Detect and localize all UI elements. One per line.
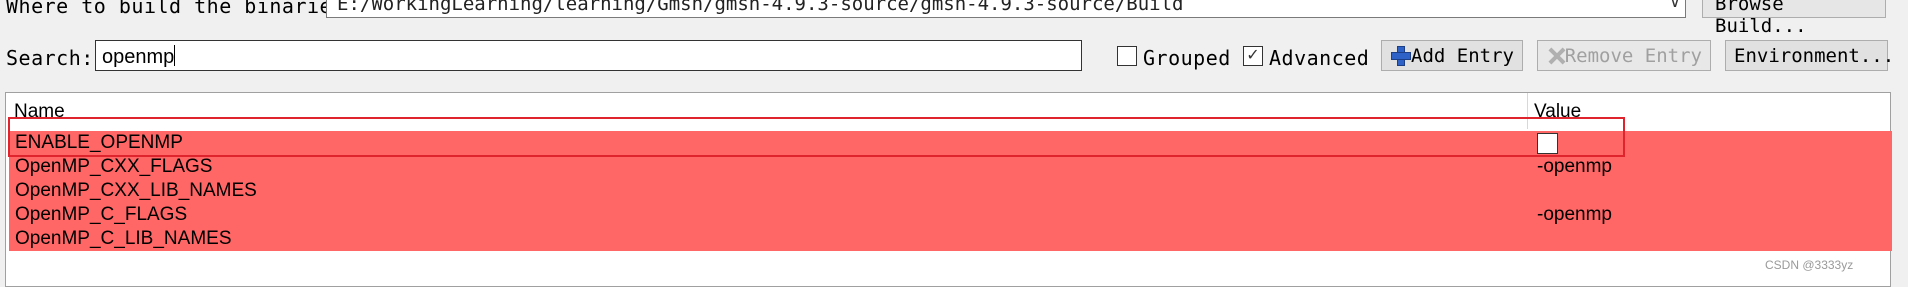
search-input-value: openmp [102,46,175,68]
row-value[interactable]: -openmp [1537,203,1612,227]
column-divider[interactable] [1527,93,1528,129]
row-value[interactable]: -openmp [1537,155,1612,179]
text-caret [174,45,176,66]
grouped-label: Grouped [1143,46,1231,70]
chevron-down-icon[interactable]: ∨ [1662,0,1688,18]
row-name: OpenMP_C_LIB_NAMES [15,228,232,249]
row-value-checkbox[interactable] [1537,133,1558,154]
remove-icon [1546,45,1559,67]
table-row[interactable]: ENABLE_OPENMP [9,131,1892,155]
table-row[interactable]: OpenMP_CXX_FLAGS -openmp [9,155,1892,179]
remove-entry-button[interactable]: Remove Entry [1537,40,1711,71]
row-name: ENABLE_OPENMP [15,132,183,153]
table-row[interactable]: OpenMP_C_LIB_NAMES [9,227,1892,251]
advanced-checkbox[interactable]: ✓ [1243,46,1263,66]
search-label: Search: [6,46,94,70]
environment-label: Environment... [1734,44,1895,67]
column-header-value[interactable]: Value [1534,101,1581,123]
table-row[interactable]: OpenMP_C_FLAGS -openmp [9,203,1892,227]
build-dir-label: Where to build the binaries: [6,0,358,18]
row-name: OpenMP_C_FLAGS [15,204,188,225]
checkmark-icon: ✓ [1246,47,1260,64]
row-name: OpenMP_CXX_FLAGS [15,156,213,177]
environment-button[interactable]: Environment... [1725,40,1894,71]
grouped-checkbox[interactable] [1117,46,1137,66]
add-entry-button[interactable]: Add Entry [1381,40,1523,71]
column-header-name[interactable]: Name [14,101,65,123]
build-dir-input[interactable]: E:/WorkingLearning/learning/Gmsh/gmsh-4.… [326,0,1686,18]
row-name: OpenMP_CXX_LIB_NAMES [15,180,257,201]
search-input[interactable]: openmp [95,40,1082,71]
plus-icon [1390,45,1412,67]
table-row[interactable]: OpenMP_CXX_LIB_NAMES [9,179,1892,203]
advanced-label: Advanced [1269,46,1370,70]
watermark: CSDN @3333yz [1765,258,1854,272]
remove-entry-label: Remove Entry [1564,44,1702,67]
cache-table: Name Value ENABLE_OPENMP OpenMP_CXX_FLAG… [5,92,1892,287]
browse-build-button[interactable]: Browse Build... [1702,0,1886,37]
add-entry-label: Add Entry [1411,44,1514,67]
